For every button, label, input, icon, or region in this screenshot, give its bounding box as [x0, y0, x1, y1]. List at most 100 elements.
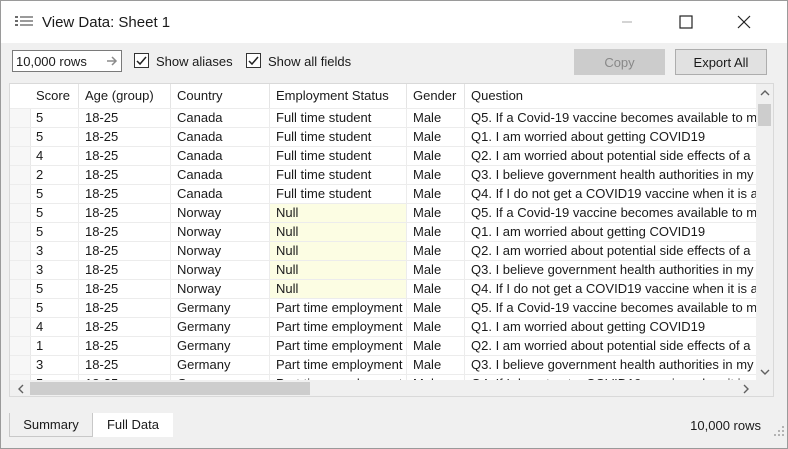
- cell-employment-status[interactable]: Part time employment: [270, 337, 407, 355]
- cell-age-group[interactable]: 18-25: [79, 242, 171, 260]
- scroll-up-button[interactable]: [756, 84, 773, 101]
- cell-age-group[interactable]: 18-25: [79, 166, 171, 184]
- cell-question[interactable]: Q2. I am worried about potential side ef…: [465, 242, 756, 260]
- cell-question[interactable]: Q4. If I do not get a COVID19 vaccine wh…: [465, 280, 756, 298]
- cell-country[interactable]: Canada: [171, 147, 270, 165]
- cell-question[interactable]: Q4. If I do not get a COVID19 vaccine wh…: [465, 185, 756, 203]
- cell-age-group[interactable]: 18-25: [79, 204, 171, 222]
- show-all-fields-checkbox[interactable]: [246, 53, 261, 68]
- cell-employment-status[interactable]: Full time student: [270, 166, 407, 184]
- cell-country[interactable]: Canada: [171, 128, 270, 146]
- cell-employment-status[interactable]: Null: [270, 280, 407, 298]
- cell-employment-status[interactable]: Null: [270, 242, 407, 260]
- table-row[interactable]: 5 18-25 Germany Part time employment Male Q5.…: [10, 298, 756, 317]
- table-row[interactable]: 2 18-25 Canada Full time student Male Q3. I b…: [10, 165, 756, 184]
- cell-age-group[interactable]: 18-25: [79, 109, 171, 127]
- cell-question[interactable]: Q5. If a Covid-19 vaccine becomes availa…: [465, 299, 756, 317]
- minimize-button[interactable]: [604, 1, 650, 43]
- copy-button[interactable]: Copy: [574, 49, 665, 75]
- maximize-button[interactable]: [663, 1, 709, 43]
- column-header-employment-status[interactable]: Employment Status: [270, 84, 407, 108]
- cell-age-group[interactable]: 18-25: [79, 185, 171, 203]
- cell-age-group[interactable]: 18-25: [79, 337, 171, 355]
- show-all-fields-label[interactable]: Show all fields: [268, 54, 351, 69]
- cell-employment-status[interactable]: Part time employment: [270, 318, 407, 336]
- cell-country[interactable]: Norway: [171, 223, 270, 241]
- cell-age-group[interactable]: 18-25: [79, 299, 171, 317]
- cell-question[interactable]: Q3. I believe government health authorit…: [465, 356, 756, 374]
- cell-employment-status[interactable]: Part time employment: [270, 356, 407, 374]
- horizontal-scroll-thumb[interactable]: [30, 382, 310, 395]
- cell-employment-status[interactable]: Null: [270, 223, 407, 241]
- table-row[interactable]: 5 18-25 Norway Null Male Q4. If I do not get …: [10, 279, 756, 298]
- cell-employment-status[interactable]: Null: [270, 204, 407, 222]
- cell-score[interactable]: 2: [30, 166, 79, 184]
- cell-country[interactable]: Germany: [171, 318, 270, 336]
- horizontal-scrollbar[interactable]: [10, 380, 773, 396]
- cell-country[interactable]: Canada: [171, 166, 270, 184]
- cell-gender[interactable]: Male: [407, 128, 465, 146]
- cell-country[interactable]: Canada: [171, 109, 270, 127]
- table-row[interactable]: 5 18-25 Canada Full time student Male Q4. If …: [10, 184, 756, 203]
- export-all-button[interactable]: Export All: [675, 49, 767, 75]
- cell-question[interactable]: Q5. If a Covid-19 vaccine becomes availa…: [465, 109, 756, 127]
- table-row[interactable]: 5 18-25 Canada Full time student Male Q5. If …: [10, 108, 756, 127]
- cell-gender[interactable]: Male: [407, 280, 465, 298]
- cell-age-group[interactable]: 18-25: [79, 318, 171, 336]
- cell-gender[interactable]: Male: [407, 147, 465, 165]
- cell-score[interactable]: 5: [30, 204, 79, 222]
- close-button[interactable]: [721, 1, 767, 43]
- cell-gender[interactable]: Male: [407, 185, 465, 203]
- show-aliases-label[interactable]: Show aliases: [156, 54, 233, 69]
- cell-score[interactable]: 3: [30, 261, 79, 279]
- column-header-question[interactable]: Question: [465, 84, 756, 108]
- cell-gender[interactable]: Male: [407, 242, 465, 260]
- cell-score[interactable]: 5: [30, 109, 79, 127]
- cell-score[interactable]: 4: [30, 147, 79, 165]
- cell-country[interactable]: Canada: [171, 185, 270, 203]
- data-grid[interactable]: Score Age (group) Country Employment Sta…: [9, 83, 774, 397]
- cell-gender[interactable]: Male: [407, 223, 465, 241]
- cell-country[interactable]: Germany: [171, 299, 270, 317]
- cell-employment-status[interactable]: Full time student: [270, 185, 407, 203]
- cell-employment-status[interactable]: Full time student: [270, 147, 407, 165]
- cell-question[interactable]: Q3. I believe government health authorit…: [465, 166, 756, 184]
- cell-gender[interactable]: Male: [407, 318, 465, 336]
- table-row[interactable]: 4 18-25 Canada Full time student Male Q2. I a…: [10, 146, 756, 165]
- cell-age-group[interactable]: 18-25: [79, 128, 171, 146]
- cell-score[interactable]: 5: [30, 223, 79, 241]
- cell-country[interactable]: Norway: [171, 261, 270, 279]
- cell-score[interactable]: 4: [30, 318, 79, 336]
- scroll-right-button[interactable]: [737, 380, 754, 396]
- cell-gender[interactable]: Male: [407, 166, 465, 184]
- table-row[interactable]: 5 18-25 Norway Null Male Q5. If a Covid-19 va…: [10, 203, 756, 222]
- cell-question[interactable]: Q1. I am worried about getting COVID19: [465, 318, 756, 336]
- cell-score[interactable]: 1: [30, 337, 79, 355]
- cell-country[interactable]: Norway: [171, 242, 270, 260]
- rows-limit-input[interactable]: [16, 53, 100, 69]
- cell-question[interactable]: Q1. I am worried about getting COVID19: [465, 223, 756, 241]
- cell-score[interactable]: 3: [30, 242, 79, 260]
- column-header-age-group[interactable]: Age (group): [79, 84, 171, 108]
- table-row[interactable]: 3 18-25 Norway Null Male Q2. I am worried abo…: [10, 241, 756, 260]
- vertical-scroll-thumb[interactable]: [758, 104, 771, 126]
- cell-employment-status[interactable]: Part time employment: [270, 299, 407, 317]
- show-aliases-checkbox[interactable]: [134, 53, 149, 68]
- cell-score[interactable]: 5: [30, 185, 79, 203]
- cell-gender[interactable]: Male: [407, 299, 465, 317]
- cell-gender[interactable]: Male: [407, 356, 465, 374]
- table-row[interactable]: 3 18-25 Germany Part time employment Male Q3.…: [10, 355, 756, 374]
- table-row[interactable]: 3 18-25 Norway Null Male Q3. I believe govern…: [10, 260, 756, 279]
- cell-question[interactable]: Q3. I believe government health authorit…: [465, 261, 756, 279]
- arrow-right-icon[interactable]: [105, 53, 119, 69]
- cell-age-group[interactable]: 18-25: [79, 147, 171, 165]
- cell-employment-status[interactable]: Full time student: [270, 128, 407, 146]
- cell-employment-status[interactable]: Null: [270, 261, 407, 279]
- cell-gender[interactable]: Male: [407, 204, 465, 222]
- cell-question[interactable]: Q1. I am worried about getting COVID19: [465, 128, 756, 146]
- cell-gender[interactable]: Male: [407, 261, 465, 279]
- scroll-left-button[interactable]: [12, 380, 29, 396]
- cell-question[interactable]: Q2. I am worried about potential side ef…: [465, 147, 756, 165]
- vertical-scrollbar[interactable]: [756, 84, 773, 380]
- table-row[interactable]: 5 18-25 Canada Full time student Male Q1. I a…: [10, 127, 756, 146]
